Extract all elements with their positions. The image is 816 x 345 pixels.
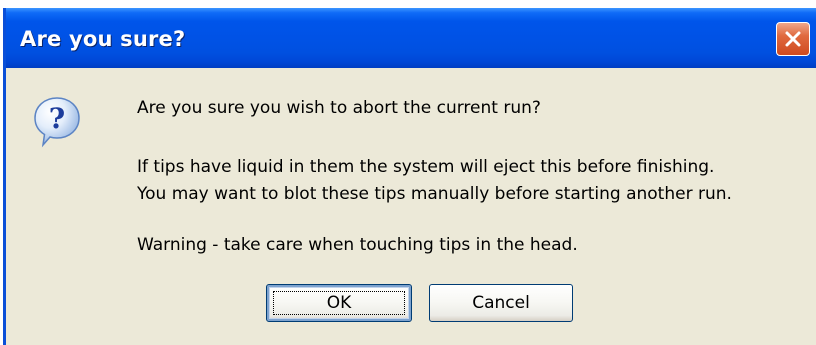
close-button[interactable] (776, 22, 810, 56)
dialog-window: Are you sure? ? Are you sure you wish to… (3, 8, 816, 345)
warning-text: Warning - take care when touching tips i… (137, 235, 578, 255)
ok-button[interactable]: OK (266, 284, 412, 322)
close-icon (785, 31, 801, 47)
dialog-title: Are you sure? (20, 27, 186, 51)
cancel-button-label: Cancel (472, 293, 530, 313)
info-line-2: You may want to blot these tips manually… (137, 184, 732, 204)
question-text: Are you sure you wish to abort the curre… (137, 98, 541, 118)
svg-text:?: ? (49, 102, 65, 135)
cancel-button[interactable]: Cancel (429, 284, 573, 322)
question-icon: ? (33, 96, 81, 148)
info-line-1: If tips have liquid in them the system w… (137, 157, 715, 177)
ok-button-label: OK (326, 293, 352, 313)
title-bar[interactable]: Are you sure? (6, 8, 816, 68)
dialog-body: ? Are you sure you wish to abort the cur… (6, 68, 816, 345)
